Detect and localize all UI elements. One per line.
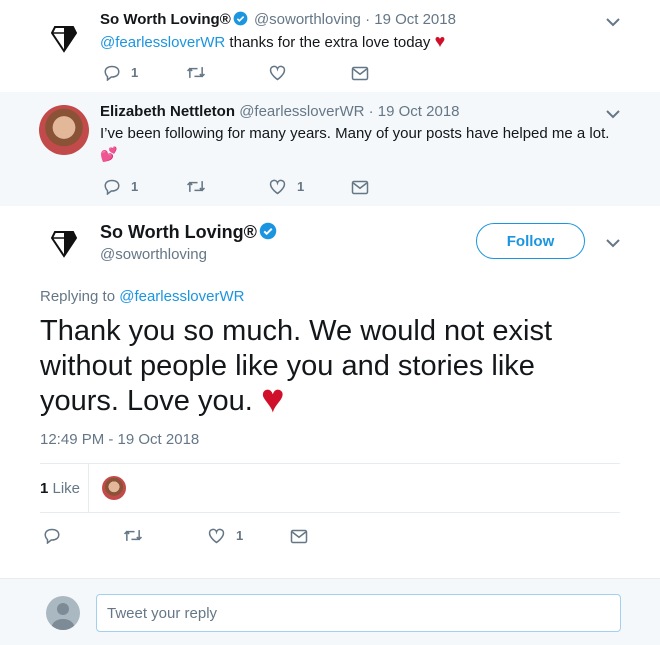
divider [88,464,89,512]
like-button[interactable]: 1 [268,178,304,195]
like-count: 1 [297,179,305,194]
like-button[interactable] [268,64,287,81]
reply-count: 1 [131,65,139,80]
chevron-down-icon[interactable] [605,237,621,249]
reply-icon [104,65,120,81]
verified-icon [259,222,277,245]
tweet-text: Thank you so much. We would not exist wi… [40,314,620,419]
author-name[interactable]: So Worth Loving® [100,11,231,28]
reply-icon [104,179,120,195]
author-name-row: So Worth Loving® [100,222,279,245]
dm-button[interactable] [351,66,369,81]
reply-icon [44,528,60,544]
like-icon [269,65,286,81]
dm-icon [351,180,369,195]
tweet-body: thanks for the extra love today [225,34,435,51]
reply-composer: Tweet your reply [0,578,660,645]
reply-count: 1 [131,179,139,194]
avatar-icon[interactable] [46,596,80,630]
dm-icon [351,66,369,81]
dm-button[interactable] [351,180,369,195]
reply-input[interactable]: Tweet your reply [96,594,621,632]
retweet-icon [186,67,206,78]
reply-button[interactable] [43,527,61,544]
divider [40,512,620,513]
tweet-date[interactable]: · 19 Oct 2018 [369,103,460,120]
tweet-item[interactable]: So Worth Loving® @soworthloving · 19 Oct… [0,0,660,92]
tweet-date[interactable]: · 19 Oct 2018 [365,11,456,28]
reply-button[interactable]: 1 [103,178,138,195]
tweet-header: Elizabeth Nettleton @fearlessloverWR · 1… [100,103,460,120]
follow-button[interactable]: Follow [476,223,585,259]
likes-summary[interactable]: 1 Like [40,464,620,512]
like-icon [208,528,225,544]
liker-avatar[interactable] [102,476,126,500]
replying-prefix: Replying to [40,288,120,305]
tweet-timestamp[interactable]: 12:49 PM - 19 Oct 2018 [40,431,199,448]
chevron-down-icon[interactable] [605,108,621,120]
author-handle[interactable]: @soworthloving [100,246,207,263]
avatar[interactable] [39,105,89,155]
focused-tweet: So Worth Loving® @soworthloving Follow R… [0,206,660,578]
mention-link[interactable]: @fearlessloverWR [119,288,244,305]
retweet-icon [186,181,206,192]
tweet-item[interactable]: Elizabeth Nettleton @fearlessloverWR · 1… [0,92,660,206]
author-handle[interactable]: @soworthloving [254,11,361,28]
author-name[interactable]: Elizabeth Nettleton [100,103,235,120]
tweet-body: I’ve been following for many years. Many… [100,125,610,142]
mention-link[interactable]: @fearlessloverWR [100,34,225,51]
like-button[interactable]: 1 [207,527,243,544]
retweet-button[interactable] [123,527,143,544]
tweet-text: I’ve been following for many years. Many… [100,123,620,165]
author-handle[interactable]: @fearlessloverWR [239,103,364,120]
dm-icon [290,529,308,544]
tweet-header: So Worth Loving® @soworthloving · 19 Oct… [100,11,456,30]
dm-button[interactable] [290,529,308,544]
hearts-emoji: 💕 [100,146,118,162]
author-name[interactable]: So Worth Loving® [100,222,257,242]
reply-button[interactable]: 1 [103,64,138,81]
retweet-icon [123,530,143,541]
likes-count[interactable]: 1 Like [40,480,80,497]
retweet-button[interactable] [186,64,206,81]
likes-word: Like [48,479,81,497]
chevron-down-icon[interactable] [605,16,621,28]
heart-emoji: ♥ [260,377,285,421]
heart-emoji: ♥ [434,31,446,51]
retweet-button[interactable] [186,178,206,195]
tweet-text: @fearlessloverWR thanks for the extra lo… [100,31,445,53]
tweet-body: Thank you so much. We would not exist wi… [40,315,553,417]
like-count: 1 [236,528,244,543]
verified-icon [233,11,248,30]
replying-to: Replying to @fearlessloverWR [40,288,244,305]
like-icon [269,179,286,195]
logo-diamond-icon[interactable] [44,18,84,58]
logo-diamond-icon[interactable] [44,223,84,263]
